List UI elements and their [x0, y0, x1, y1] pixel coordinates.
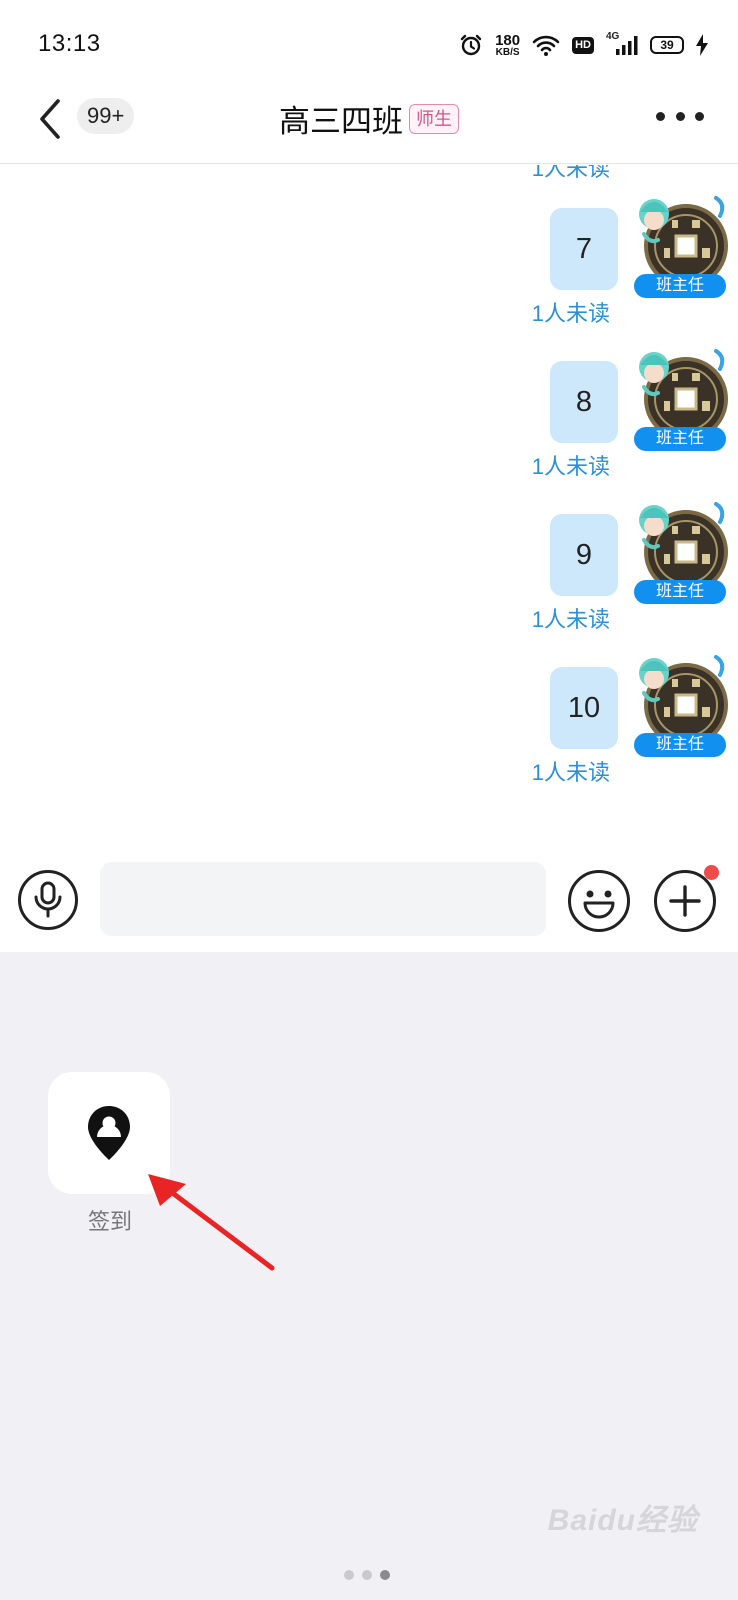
read-status[interactable]: 1人未读 — [532, 449, 610, 481]
role-badge: 班主任 — [634, 274, 726, 298]
page-dot-active[interactable] — [380, 1570, 390, 1580]
chat-type-tag: 师生 — [409, 103, 459, 134]
message-row: 7 1人未读 班主任 — [0, 196, 738, 358]
read-status[interactable]: 1人未读 — [532, 602, 610, 634]
avatar[interactable]: 班主任 — [628, 649, 730, 759]
page-dot[interactable] — [344, 1570, 354, 1580]
message-row: 10 1人未读 班主任 — [0, 655, 738, 817]
microphone-icon — [34, 881, 62, 918]
network-speed-unit: KB/S — [495, 46, 520, 58]
plus-icon — [669, 885, 701, 917]
alarm-icon — [460, 34, 482, 56]
read-status[interactable]: 1人未读 — [532, 296, 610, 328]
more-dot — [656, 111, 665, 121]
charging-icon — [696, 34, 708, 56]
chat-title: 高三四班 — [279, 104, 403, 139]
location-pin-icon — [88, 1106, 130, 1160]
cellular-signal: 4G — [606, 31, 638, 57]
more-dot — [695, 111, 704, 121]
more-dot — [675, 111, 685, 121]
message-row: 8 1人未读 班主任 — [0, 349, 738, 511]
smiley-icon — [583, 890, 615, 919]
network-speed-value: 180 — [495, 31, 521, 49]
page-dot[interactable] — [362, 1570, 372, 1580]
message-bubble[interactable]: 9 — [550, 514, 618, 596]
chat-header: 99+ 高三四班 师生 — [0, 90, 738, 164]
avatar[interactable]: 班主任 — [628, 190, 730, 300]
emoji-button[interactable] — [568, 870, 630, 932]
role-badge: 班主任 — [634, 427, 726, 451]
hd-badge: HD — [572, 36, 594, 54]
read-status: 1人未读 — [531, 165, 610, 181]
status-icons: 180 KB/S HD 4G 39 — [459, 30, 708, 60]
battery-indicator: 39 — [650, 36, 684, 54]
page-indicator — [344, 1570, 390, 1580]
message-list[interactable]: 1人未读 7 1人未读 班主任 8 1人未读 班主任 9 1人未读 班主任 10… — [0, 165, 738, 825]
network-type: 4G — [606, 31, 620, 42]
avatar[interactable]: 班主任 — [628, 496, 730, 606]
role-badge: 班主任 — [634, 580, 726, 604]
chat-title-group: 高三四班 师生 — [0, 96, 738, 141]
network-speed: 180 KB/S — [495, 33, 520, 58]
avatar[interactable]: 班主任 — [628, 343, 730, 453]
message-input[interactable] — [100, 862, 546, 936]
status-bar: 13:13 180 KB/S HD 4G 39 — [0, 0, 738, 90]
message-bubble[interactable]: 7 — [550, 208, 618, 290]
voice-button[interactable] — [18, 870, 78, 930]
status-time: 13:13 — [38, 30, 101, 57]
watermark: Baidu经验 — [547, 1504, 698, 1537]
message-bubble[interactable]: 8 — [550, 361, 618, 443]
more-options-button[interactable] — [656, 106, 704, 126]
wifi-icon — [532, 35, 560, 56]
read-status[interactable]: 1人未读 — [532, 755, 610, 787]
more-features-button[interactable] — [654, 865, 719, 932]
role-badge: 班主任 — [634, 733, 726, 757]
notification-dot — [704, 865, 719, 880]
red-arrow-annotation — [148, 1174, 275, 1271]
message-row: 9 1人未读 班主任 — [0, 502, 738, 664]
battery-level: 39 — [660, 38, 674, 52]
input-bar — [0, 840, 738, 952]
message-bubble[interactable]: 10 — [550, 667, 618, 749]
